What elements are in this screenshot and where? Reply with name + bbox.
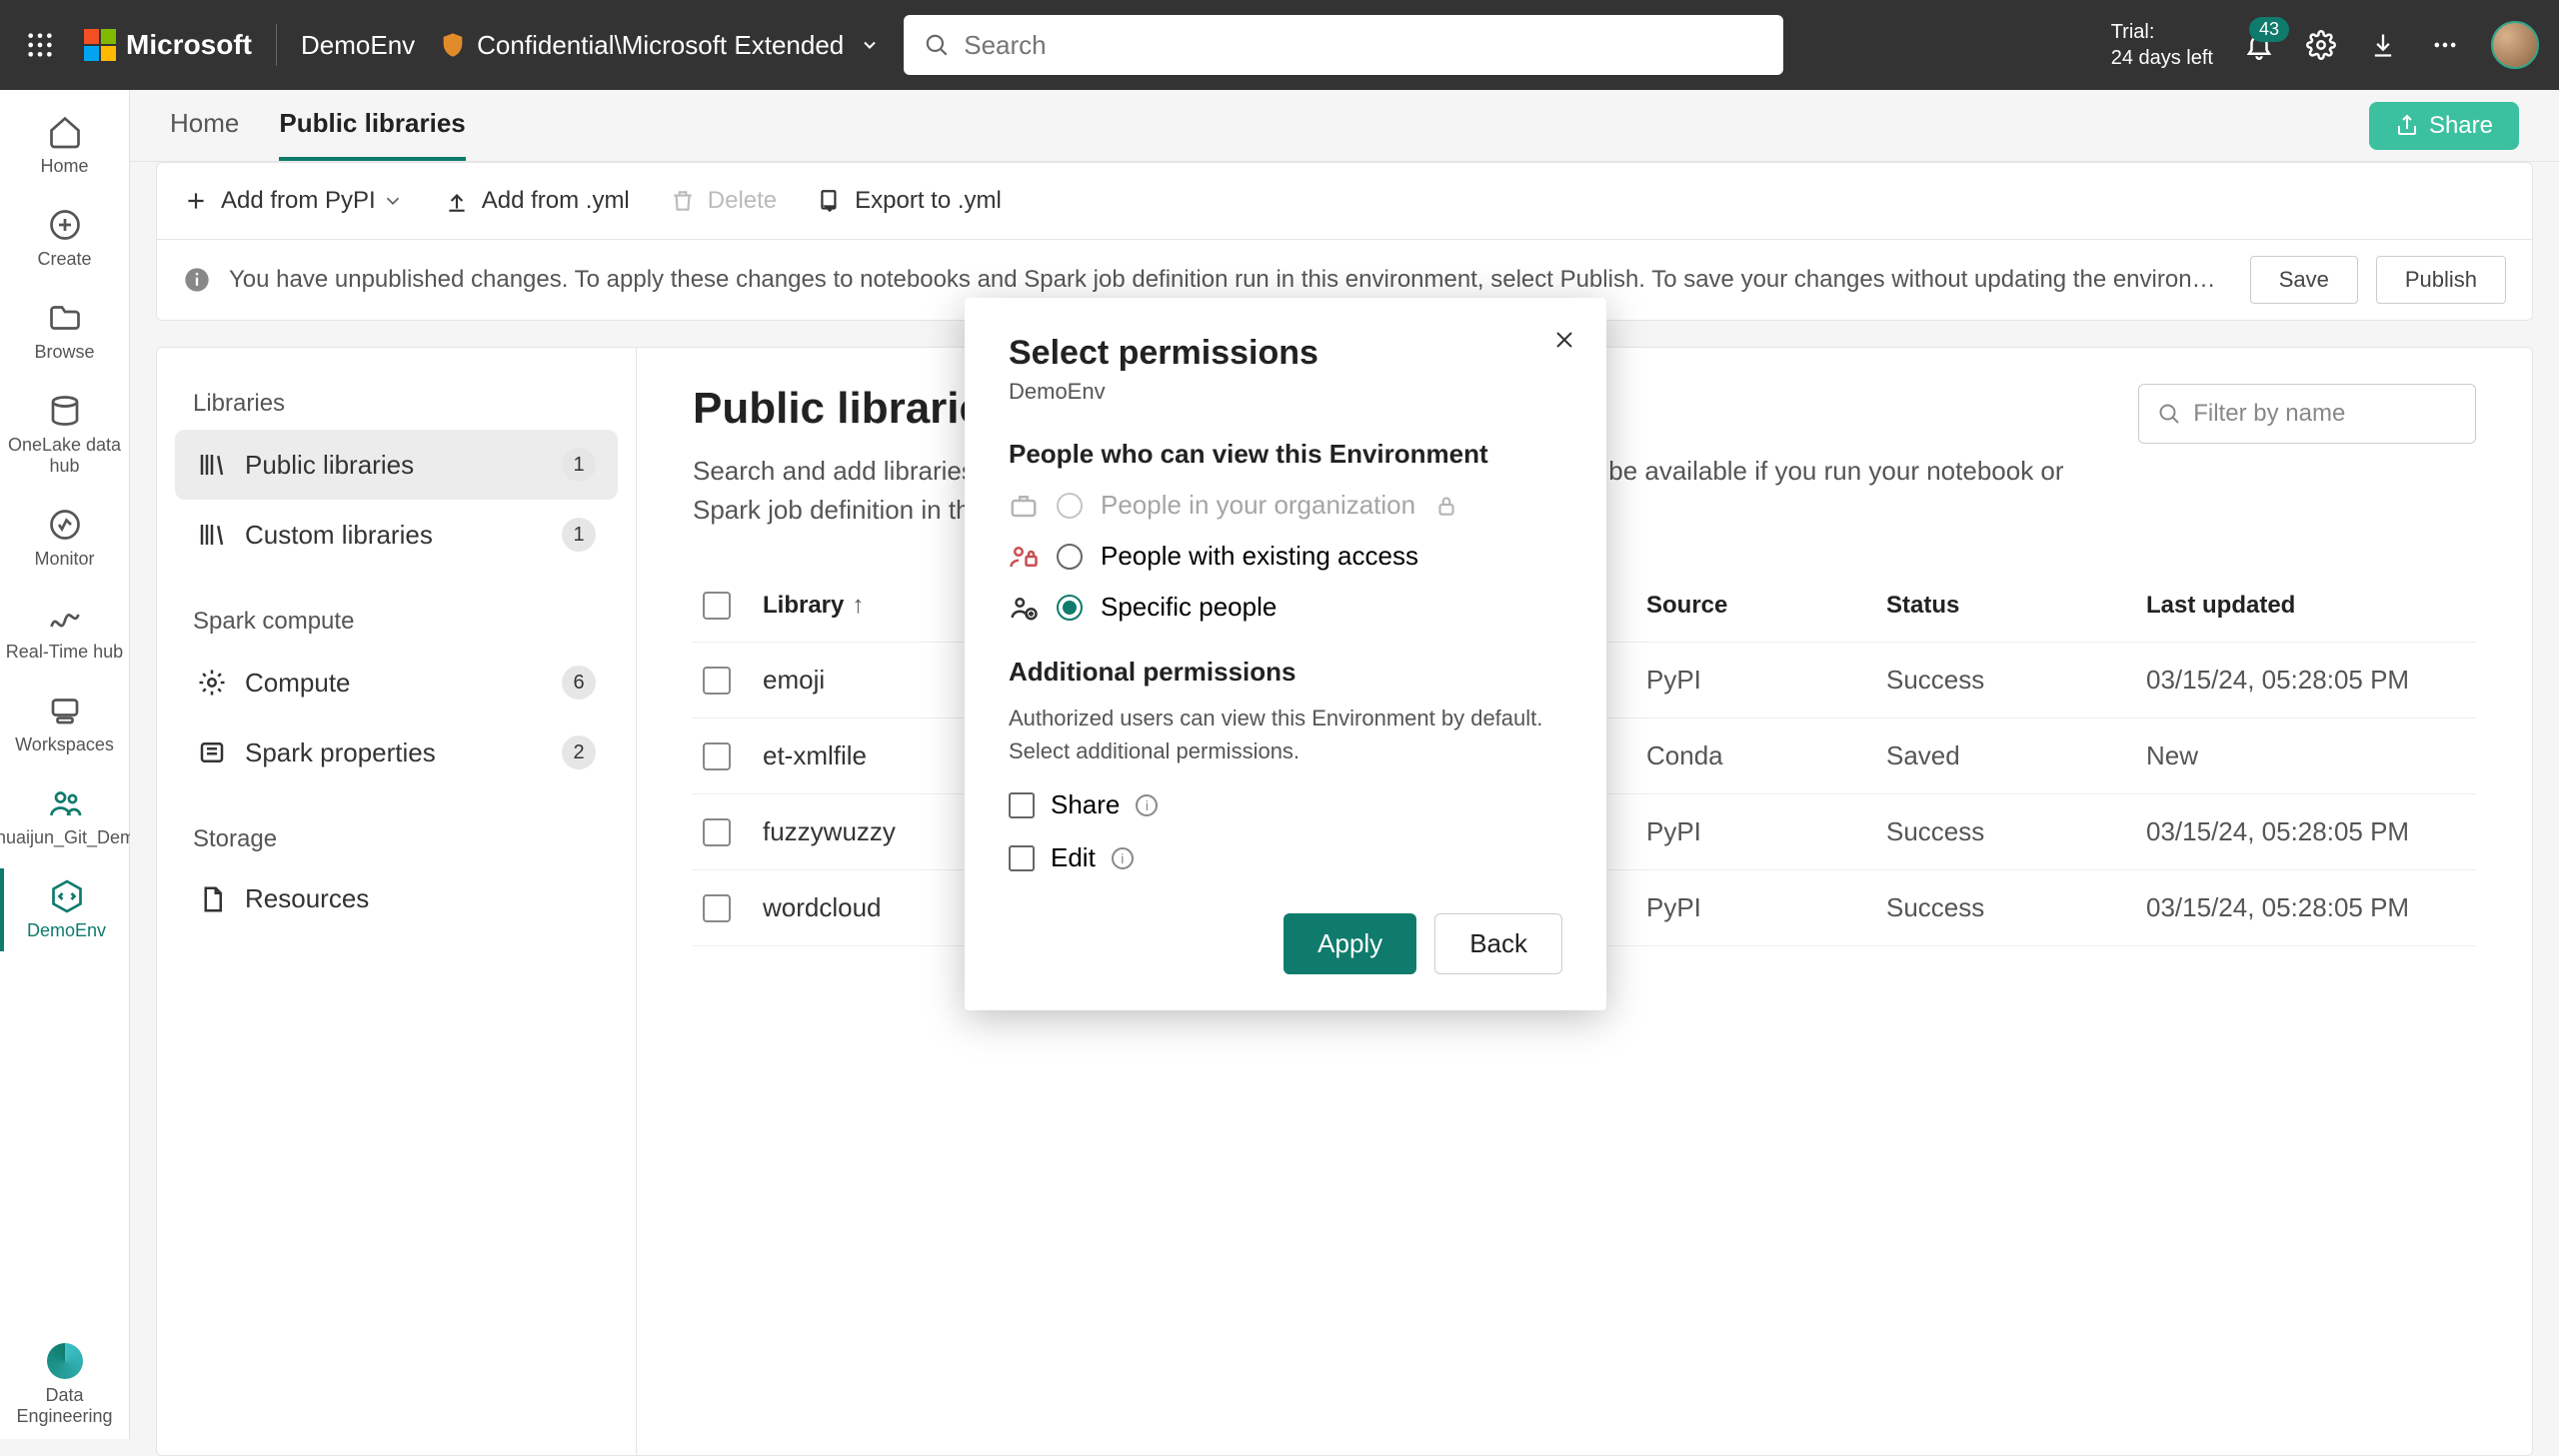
select-permissions-dialog: Select permissions DemoEnv People who ca… [965,298,1606,1010]
checkbox-label: Edit [1051,842,1096,873]
checkbox-icon[interactable] [1009,845,1035,871]
info-icon[interactable]: i [1136,794,1158,816]
close-icon [1552,328,1576,352]
radio-org: People in your organization [1009,490,1562,521]
dialog-title: Select permissions [1009,334,1562,373]
radio-label: People in your organization [1101,490,1415,521]
apply-button[interactable]: Apply [1283,913,1416,974]
radio-specific[interactable]: Specific people [1009,592,1562,623]
checkbox-icon[interactable] [1009,792,1035,818]
info-icon[interactable]: i [1112,847,1134,869]
section-additional: Additional permissions [1009,657,1562,688]
dialog-subtitle: DemoEnv [1009,379,1562,405]
briefcase-icon [1009,491,1039,521]
lock-icon [1433,493,1459,519]
section-additional-desc: Authorized users can view this Environme… [1009,702,1562,767]
radio-label: Specific people [1101,592,1277,623]
section-view: People who can view this Environment [1009,439,1562,470]
people-add-icon [1009,593,1039,623]
close-button[interactable] [1552,328,1576,352]
checkbox-label: Share [1051,789,1120,820]
checkbox-edit[interactable]: Edit i [1009,842,1562,873]
radio-icon[interactable] [1057,544,1083,570]
people-lock-icon [1009,542,1039,572]
radio-existing[interactable]: People with existing access [1009,541,1562,572]
radio-icon [1057,493,1083,519]
modal-backdrop: Select permissions DemoEnv People who ca… [0,0,2559,1439]
radio-label: People with existing access [1101,541,1418,572]
back-button[interactable]: Back [1434,913,1562,974]
checkbox-share[interactable]: Share i [1009,789,1562,820]
radio-icon[interactable] [1057,595,1083,621]
